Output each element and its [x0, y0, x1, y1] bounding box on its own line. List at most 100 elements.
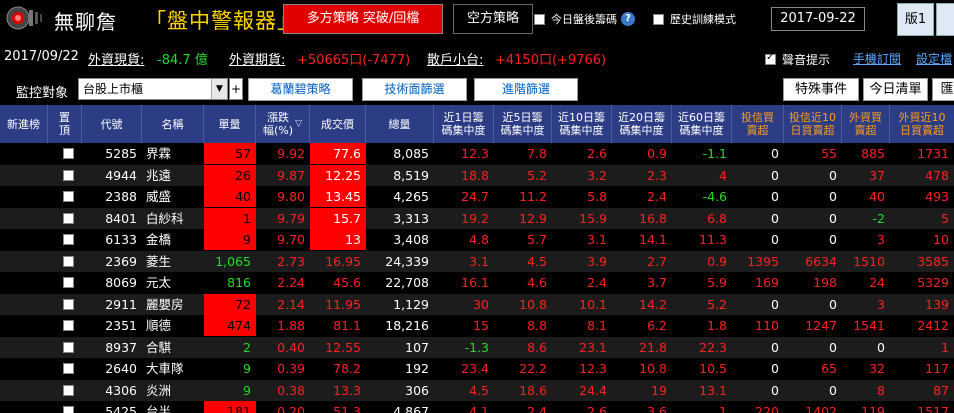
cell-chg: 0.20 [277, 404, 305, 413]
export-button[interactable]: 匯 [932, 78, 954, 101]
checkbox-box[interactable] [653, 13, 664, 25]
filter-icon[interactable]: ▽ [295, 118, 302, 131]
cell-c20: 10.8 [639, 361, 667, 376]
cell-total: 4,867 [393, 404, 429, 413]
table-row[interactable]: 2351 順德 474 1.88 81.1 18,216 15 8.8 8.1 6.2 1.8 110… [0, 315, 954, 336]
advanced-filter-button[interactable]: 進階篩選 [474, 78, 578, 101]
col-conc-60-line2: 碼集中度 [679, 124, 724, 137]
pin-checkbox[interactable] [63, 148, 74, 159]
cell-c20: 0.9 [647, 146, 667, 161]
market-info-bar: 2017/09/22 外資現貨: -84.7 億 外資期貨: +50665口(-… [0, 40, 954, 72]
col-pin[interactable]: 置 頂 [48, 105, 82, 143]
col-conc-60[interactable]: 近60日籌 碼集中度 [672, 105, 732, 143]
pin-checkbox[interactable] [63, 384, 74, 396]
col-trust-10[interactable]: 投信近10 日買賣超 [784, 105, 842, 143]
col-price[interactable]: 成交價 [310, 105, 366, 143]
cell-fi10: 87 [933, 382, 949, 398]
checkbox-box[interactable] [534, 13, 545, 25]
cell-total: 3,313 [393, 210, 429, 226]
app-title: 「盤中警報器」 [145, 9, 299, 33]
cell-c20: 2.3 [647, 167, 667, 183]
cell-c1: 23.4 [461, 361, 489, 376]
col-conc-5-line2: 碼集中度 [500, 124, 545, 137]
pin-checkbox[interactable] [63, 212, 74, 224]
pin-checkbox[interactable] [63, 298, 74, 310]
table-row[interactable]: 2640 大車隊 9 0.39 78.2 192 23.4 22.2 12.3 10.8 10.5 0… [0, 358, 954, 379]
table-header: 新進榜 置 頂 代號 名稱 單量 漲跌 幅(%) ▽ 成交價 總量 近1日籌 碼… [0, 105, 954, 143]
clear-today-button[interactable]: 今日清單 [863, 78, 928, 101]
table-row[interactable]: 4306 炎洲 9 0.38 13.3 306 4.5 18.6 24.4 19 13.1 0 0 8 87 [0, 379, 954, 401]
col-total[interactable]: 總量 [366, 105, 434, 143]
cell-c5: 5.7 [527, 232, 547, 247]
pin-checkbox[interactable] [63, 255, 74, 267]
table-row[interactable]: 2369 菱生 1,065 2.73 16.95 24,339 3.1 4.5 3.9 2.7 0.… [0, 250, 954, 272]
help-icon[interactable]: ? [621, 12, 635, 26]
pin-checkbox[interactable] [63, 406, 74, 413]
cell-c10: 24.4 [579, 382, 607, 398]
monitor-select-value: 台股上市櫃 [83, 82, 144, 96]
cell-c10: 5.8 [587, 189, 607, 204]
sound-checkbox[interactable]: 聲音提示 [765, 51, 830, 68]
col-foreign[interactable]: 外資買 賣超 [842, 105, 890, 143]
col-conc-20[interactable]: 近20日籌 碼集中度 [612, 105, 672, 143]
table-row[interactable]: 5425 台半 181 0.20 51.3 4,867 4.1 2.4 2.6 3.6 1 220 14… [0, 401, 954, 413]
cell-fi10: 2412 [917, 318, 949, 333]
cell-vol: 40 [204, 186, 256, 207]
col-vol[interactable]: 單量 [204, 105, 256, 143]
cell-it: 0 [771, 189, 779, 204]
col-new[interactable]: 新進榜 [0, 105, 48, 143]
table-row[interactable]: 8401 白紗科 1 9.79 15.7 3,313 19.2 12.9 15.9 16.8 6.8… [0, 207, 954, 229]
short-strategy-button[interactable]: 空方策略 [453, 4, 533, 34]
cell-c60: 10.5 [699, 361, 727, 376]
tech-filter-button[interactable]: 技術面篩選 [362, 78, 467, 101]
pin-checkbox[interactable] [63, 341, 74, 353]
col-conc-1[interactable]: 近1日籌 碼集中度 [434, 105, 494, 143]
table-row[interactable]: 4944 兆遠 26 9.87 12.25 8,519 18.8 5.2 3.2 2.3 4 0 0 37… [0, 164, 954, 186]
table-row[interactable]: 2911 麗嬰房 72 2.14 11.95 1,129 30 10.8 10.1 14.2 5.2… [0, 293, 954, 315]
cell-c60: 22.3 [699, 339, 727, 355]
cell-code: 2640 [105, 361, 137, 376]
col-name[interactable]: 名稱 [142, 105, 204, 143]
col-foreign-10[interactable]: 外資近10 日買賣超 [890, 105, 954, 143]
monitor-select[interactable]: 台股上市櫃 ▼ [78, 78, 228, 100]
history-mode-checkbox[interactable]: 歷史訓練模式 [653, 11, 736, 27]
special-event-button[interactable]: 特殊事件 [783, 78, 859, 101]
table-row[interactable]: 2388 威盛 40 9.80 13.45 4,265 24.7 11.2 5.8 2.4 -4.6… [0, 186, 954, 207]
table-row[interactable]: 8937 合騏 2 0.40 12.55 107 -1.3 8.6 23.1 21.8 22.3 0 0… [0, 336, 954, 358]
col-pin-line2: 頂 [59, 124, 70, 137]
table-row[interactable]: 6133 金橋 9 9.70 13 3,408 4.8 5.7 3.1 14.1 11.3 0 0 3 10 [0, 229, 954, 250]
col-conc-5[interactable]: 近5日籌 碼集中度 [494, 105, 552, 143]
cell-it: 0 [771, 382, 779, 398]
cell-price: 16.95 [325, 253, 361, 269]
cell-c1: 19.2 [461, 210, 489, 226]
settings-link[interactable]: 設定檔 [916, 50, 952, 67]
cell-c20: 14.2 [639, 296, 667, 312]
pin-checkbox[interactable] [63, 277, 74, 288]
app-logo-icon [6, 6, 42, 30]
chevron-down-icon[interactable]: ▼ [211, 79, 227, 99]
table-row[interactable]: 8069 元太 816 2.24 45.6 22,708 16.1 4.6 2.4 3.7 5.9 1… [0, 272, 954, 293]
long-strategy-button[interactable]: 多方策略 突破/回檔 [283, 4, 443, 34]
pin-checkbox[interactable] [63, 320, 74, 331]
cell-code: 2369 [105, 253, 137, 269]
after-market-checkbox[interactable]: 今日盤後籌碼 ? [534, 11, 635, 27]
col-trust[interactable]: 投信買 賣超 [732, 105, 784, 143]
checkbox-box[interactable] [765, 52, 776, 65]
pin-checkbox[interactable] [63, 191, 74, 202]
col-code[interactable]: 代號 [82, 105, 142, 143]
col-conc-10[interactable]: 近10日籌 碼集中度 [552, 105, 612, 143]
pin-checkbox[interactable] [63, 234, 74, 245]
pin-checkbox[interactable] [63, 169, 74, 181]
version-tab-2[interactable] [936, 3, 954, 36]
col-change[interactable]: 漲跌 幅(%) ▽ [256, 105, 310, 143]
version-tab[interactable]: 版1 [897, 3, 934, 36]
table-row[interactable]: 5285 界霖 57 9.92 77.6 8,085 12.3 7.8 2.6 0.9 -1.1 0 5… [0, 143, 954, 164]
date-field[interactable]: 2017-09-22 [771, 7, 865, 31]
pin-checkbox[interactable] [63, 363, 74, 374]
cell-code: 4944 [105, 167, 137, 183]
cell-total: 3,408 [393, 232, 429, 247]
grass-strategy-button[interactable]: 葛蘭碧策略 [248, 78, 353, 101]
mobile-subscribe-link[interactable]: 手機訂閱 [853, 50, 901, 67]
cell-it10: 0 [829, 382, 837, 398]
add-button[interactable]: + [229, 78, 243, 100]
